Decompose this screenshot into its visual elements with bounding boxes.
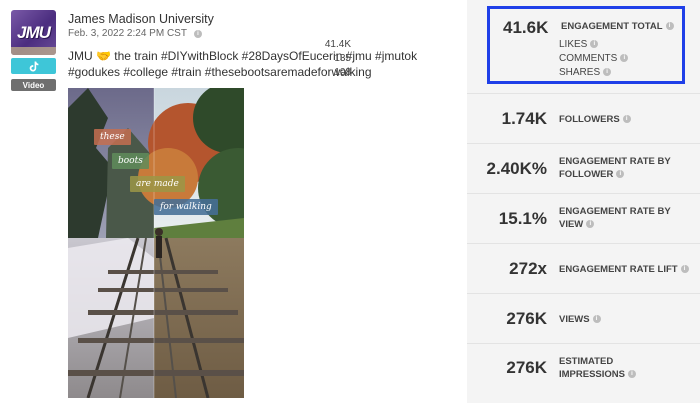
views-value: 276K [506,309,547,328]
video-overlay-text: these [94,129,131,145]
engagement-rate-follower-label: ENGAGEMENT RATE BY FOLLOWER i [559,156,671,180]
metric-row-engagement-rate-view: 15.1% ENGAGEMENT RATE BY VIEW i [467,194,700,244]
avatar-logo-text: JMU [17,23,51,42]
likes-value: 41.4K [324,39,351,50]
info-icon[interactable]: i [628,370,636,379]
post-timestamp-row: Feb. 3, 2022 2:24 PM CST i [68,28,202,39]
views-label: VIEWS i [559,313,697,326]
metric-row-engagement-total: 41.6K ENGAGEMENT TOTAL i 41.4K LIKES i 135… [325,0,700,94]
engagement-total-value: 41.6K [503,18,549,37]
account-avatar[interactable]: JMU [11,10,56,55]
metric-row-impressions: 276K ESTIMATED IMPRESSIONS i [467,344,700,403]
info-icon[interactable]: i [193,29,202,38]
info-icon[interactable]: i [592,315,601,324]
engagement-rate-follower-value: 2.40K% [486,159,547,178]
engagement-total-highlight: 41.6K ENGAGEMENT TOTAL i 41.4K LIKES i 135… [325,6,685,84]
shares-value: 108 [334,67,351,78]
info-icon[interactable]: i [622,115,631,124]
post-timestamp: Feb. 3, 2022 2:24 PM CST [68,28,187,39]
metric-row-engagement-rate-lift: 272x ENGAGEMENT RATE LIFT i [467,244,700,294]
media-type-tag: Video [11,79,56,91]
tiktok-icon [29,61,38,71]
engagement-total-label: ENGAGEMENT TOTAL i [561,21,674,32]
likes-label: LIKES i [559,39,599,50]
metric-row-followers: 1.74K FOLLOWERS i [467,94,700,144]
info-icon[interactable]: i [620,54,629,63]
impressions-label: ESTIMATED IMPRESSIONS i [559,355,639,381]
engagement-rate-lift-value: 272x [509,259,547,278]
avatar-band [11,47,56,55]
shares-label: SHARES i [559,67,612,78]
metric-row-engagement-rate-follower: 2.40K% ENGAGEMENT RATE BY FOLLOWER i [467,144,700,194]
post-author[interactable]: James Madison University [68,12,214,26]
engagement-rate-view-value: 15.1% [498,209,547,228]
post-caption: JMU 🤝 the train #DIYwithBlock #28DaysOfE… [68,49,418,79]
info-icon[interactable]: i [680,265,689,274]
video-overlay-text: for walking [154,199,218,215]
info-icon[interactable]: i [586,220,595,229]
info-icon[interactable]: i [616,170,625,179]
comments-label: COMMENTS i [559,53,629,64]
metrics-panel: 41.6K ENGAGEMENT TOTAL i 41.4K LIKES i 135… [325,0,700,403]
comments-value: 135 [334,53,351,64]
info-icon[interactable]: i [603,68,612,77]
video-thumbnail[interactable]: these boots are made for walking [68,88,244,398]
followers-value: 1.74K [501,109,547,128]
tiktok-network-badge [11,58,56,74]
engagement-rate-view-label: ENGAGEMENT RATE BY VIEW i [559,206,671,230]
engagement-rate-lift-label: ENGAGEMENT RATE LIFT i [559,263,697,276]
followers-label: FOLLOWERS i [559,113,697,126]
video-overlay-text: boots [112,153,149,169]
metric-row-views: 276K VIEWS i [467,294,700,344]
info-icon[interactable]: i [665,22,674,31]
impressions-value: 276K [506,358,547,377]
info-icon[interactable]: i [590,40,599,49]
video-overlay-text: are made [130,176,185,192]
